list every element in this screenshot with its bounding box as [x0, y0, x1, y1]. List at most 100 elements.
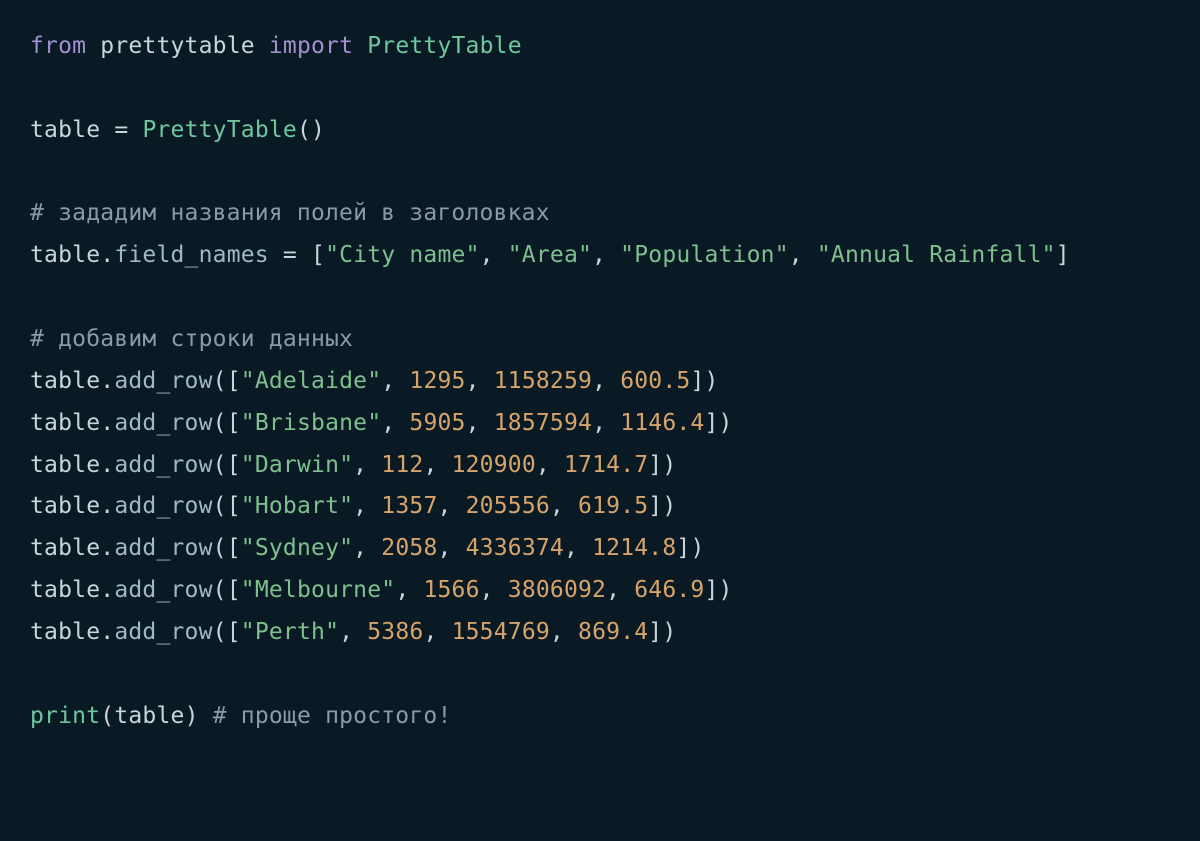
string-literal: "City name" — [325, 242, 480, 268]
obj-table: table — [30, 619, 100, 645]
comment-line: # добавим строки данных — [30, 326, 353, 352]
string-literal: "Melbourne" — [241, 577, 396, 603]
comma: , — [789, 242, 803, 268]
comma: , — [466, 410, 480, 436]
obj-table: table — [30, 242, 100, 268]
comma: , — [381, 368, 395, 394]
paren-close: ) — [719, 577, 733, 603]
paren-close: ) — [185, 703, 199, 729]
code-block: from prettytable import PrettyTable tabl… — [0, 0, 1200, 764]
obj-table: table — [30, 452, 100, 478]
comma: , — [564, 535, 578, 561]
bracket-open: [ — [227, 410, 241, 436]
comma: , — [592, 368, 606, 394]
number-literal: 4336374 — [466, 535, 564, 561]
code-line-addrow: table.add_row(["Perth", 5386, 1554769, 8… — [30, 619, 676, 645]
dot-op: . — [100, 493, 114, 519]
paren-close: ) — [719, 410, 733, 436]
paren-open: ( — [213, 493, 227, 519]
comment-inline: # проще простого! — [213, 703, 452, 729]
comma: , — [423, 452, 437, 478]
method-addrow: add_row — [114, 619, 212, 645]
attr-fieldnames: field_names — [114, 242, 269, 268]
code-line-addrow: table.add_row(["Sydney", 2058, 4336374, … — [30, 535, 705, 561]
method-addrow: add_row — [114, 452, 212, 478]
string-literal: "Hobart" — [241, 493, 353, 519]
bracket-open: [ — [311, 242, 325, 268]
var-table: table — [30, 117, 100, 143]
comma: , — [466, 368, 480, 394]
paren-open: ( — [213, 535, 227, 561]
comma: , — [536, 452, 550, 478]
method-addrow: add_row — [114, 368, 212, 394]
bracket-close: ] — [690, 368, 704, 394]
code-line-fieldnames: table.field_names = ["City name", "Area"… — [30, 242, 1070, 268]
obj-table: table — [30, 577, 100, 603]
bracket-close: ] — [1056, 242, 1070, 268]
number-literal: 1714.7 — [564, 452, 648, 478]
number-literal: 112 — [381, 452, 423, 478]
number-literal: 619.5 — [578, 493, 648, 519]
class-name: PrettyTable — [367, 33, 522, 59]
string-literal: "Brisbane" — [241, 410, 381, 436]
number-literal: 1214.8 — [592, 535, 676, 561]
number-literal: 1566 — [423, 577, 479, 603]
bracket-close: ] — [648, 493, 662, 519]
bracket-open: [ — [227, 577, 241, 603]
bracket-open: [ — [227, 535, 241, 561]
dot-op: . — [100, 368, 114, 394]
bracket-open: [ — [227, 493, 241, 519]
comma: , — [381, 410, 395, 436]
dot-op: . — [100, 577, 114, 603]
keyword-import: import — [269, 33, 353, 59]
dot-op: . — [100, 452, 114, 478]
class-call: PrettyTable — [142, 117, 297, 143]
number-literal: 5386 — [367, 619, 423, 645]
bracket-close: ] — [648, 452, 662, 478]
code-line-addrow: table.add_row(["Melbourne", 1566, 380609… — [30, 577, 733, 603]
dot-op: . — [100, 535, 114, 561]
code-line-assign: table = PrettyTable() — [30, 117, 325, 143]
dot-op: . — [100, 619, 114, 645]
string-literal: "Adelaide" — [241, 368, 381, 394]
number-literal: 1295 — [409, 368, 465, 394]
number-literal: 3806092 — [508, 577, 606, 603]
number-literal: 646.9 — [634, 577, 704, 603]
paren-open: ( — [213, 410, 227, 436]
method-addrow: add_row — [114, 535, 212, 561]
code-line-print: print(table) # проще простого! — [30, 703, 452, 729]
string-literal: "Darwin" — [241, 452, 353, 478]
comma: , — [353, 493, 367, 519]
comma: , — [550, 493, 564, 519]
paren-open: ( — [213, 368, 227, 394]
bracket-open: [ — [227, 368, 241, 394]
dot-op: . — [100, 410, 114, 436]
bracket-close: ] — [648, 619, 662, 645]
string-literal: "Perth" — [241, 619, 339, 645]
code-line-addrow: table.add_row(["Darwin", 112, 120900, 17… — [30, 452, 676, 478]
string-literal: "Population" — [620, 242, 789, 268]
arg-table: table — [114, 703, 184, 729]
obj-table: table — [30, 493, 100, 519]
code-line-import: from prettytable import PrettyTable — [30, 33, 522, 59]
comma: , — [606, 577, 620, 603]
code-line-addrow: table.add_row(["Adelaide", 1295, 1158259… — [30, 368, 719, 394]
number-literal: 1146.4 — [620, 410, 704, 436]
number-literal: 2058 — [381, 535, 437, 561]
equals-op: = — [114, 117, 128, 143]
paren-open: ( — [100, 703, 114, 729]
bracket-open: [ — [227, 452, 241, 478]
dot-op: . — [100, 242, 114, 268]
method-addrow: add_row — [114, 577, 212, 603]
comma: , — [423, 619, 437, 645]
obj-table: table — [30, 410, 100, 436]
paren-close: ) — [662, 619, 676, 645]
module-name: prettytable — [100, 33, 255, 59]
bracket-open: [ — [227, 619, 241, 645]
comma: , — [438, 535, 452, 561]
paren-close: ) — [690, 535, 704, 561]
comment-line: # зададим названия полей в заголовках — [30, 200, 550, 226]
obj-table: table — [30, 535, 100, 561]
bracket-close: ] — [704, 577, 718, 603]
comma: , — [339, 619, 353, 645]
